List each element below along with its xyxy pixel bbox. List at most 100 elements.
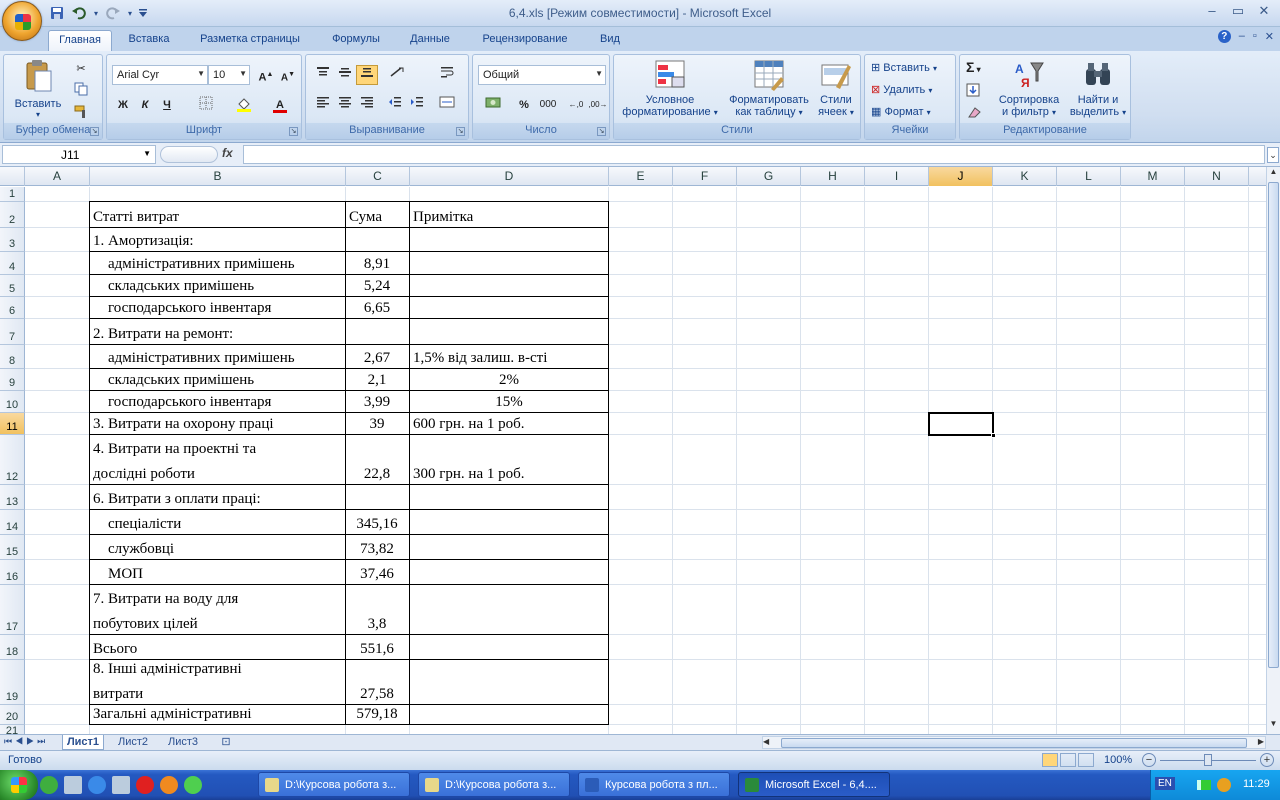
- column-header-selected[interactable]: J: [929, 167, 993, 186]
- explorer-icon[interactable]: [64, 776, 82, 794]
- cell[interactable]: дослідні роботи: [93, 465, 343, 484]
- row-header[interactable]: 2: [0, 202, 25, 228]
- cell[interactable]: 579,18: [347, 705, 407, 724]
- row-header[interactable]: 8: [0, 345, 25, 369]
- selected-cell-j11[interactable]: [928, 412, 996, 438]
- vertical-scrollbar[interactable]: ▲ ▼: [1266, 167, 1280, 734]
- column-header[interactable]: L: [1057, 167, 1121, 186]
- tab-data[interactable]: Данные: [400, 30, 460, 51]
- expand-formula-bar-icon[interactable]: ⌄: [1267, 147, 1279, 163]
- taskbar-item[interactable]: D:\Курсова робота з...: [418, 772, 570, 797]
- italic-button[interactable]: К: [134, 95, 156, 115]
- alignment-launcher-icon[interactable]: ↘: [456, 127, 465, 136]
- delete-cells-button[interactable]: ⊠ Удалить ▾: [871, 83, 932, 96]
- orientation-icon[interactable]: [386, 65, 408, 85]
- cell[interactable]: складських примішень: [108, 277, 343, 296]
- number-launcher-icon[interactable]: ↘: [597, 127, 606, 136]
- cell[interactable]: [413, 515, 607, 534]
- row-header[interactable]: 12: [0, 435, 25, 485]
- cell[interactable]: [413, 615, 607, 634]
- column-header[interactable]: K: [993, 167, 1057, 186]
- cell[interactable]: 2. Витрати на ремонт:: [93, 325, 343, 344]
- row-header[interactable]: 17: [0, 585, 25, 635]
- cell[interactable]: [413, 540, 607, 559]
- cell[interactable]: [413, 705, 607, 724]
- tab-formulas[interactable]: Формулы: [320, 30, 392, 51]
- shrink-font-icon[interactable]: A▼: [277, 65, 299, 85]
- sheet-tab-active[interactable]: Лист1: [62, 735, 104, 750]
- cell[interactable]: Примітка: [413, 208, 607, 227]
- cell[interactable]: 2,1: [347, 371, 407, 390]
- cell[interactable]: [413, 277, 607, 296]
- sheet-tab[interactable]: Лист3: [162, 735, 204, 750]
- cell[interactable]: 6. Витрати з оплати праці:: [93, 490, 343, 509]
- cell[interactable]: адміністративних примішень: [108, 349, 343, 368]
- format-painter-icon[interactable]: [70, 103, 92, 123]
- redo-dropdown-icon[interactable]: ▾: [126, 4, 134, 22]
- save-icon[interactable]: [48, 4, 66, 22]
- fill-handle[interactable]: [991, 433, 996, 438]
- zoom-out-icon[interactable]: −: [1142, 753, 1156, 767]
- cell-line[interactable]: 4. Витрати на проектні та: [93, 440, 343, 459]
- redo-icon[interactable]: [104, 4, 122, 22]
- row-header[interactable]: 21: [0, 725, 25, 734]
- name-box[interactable]: J11 ▼: [2, 145, 156, 164]
- cell[interactable]: 3,8: [347, 615, 407, 634]
- cell[interactable]: [413, 685, 607, 704]
- row-header[interactable]: 15: [0, 535, 25, 560]
- conditional-formatting-button[interactable]: Условное форматирование ▾: [618, 59, 722, 118]
- cell[interactable]: [413, 640, 607, 659]
- undo-dropdown-icon[interactable]: ▾: [92, 4, 100, 22]
- font-launcher-icon[interactable]: ↘: [289, 127, 298, 136]
- cell[interactable]: Статті витрат: [93, 208, 343, 227]
- borders-icon[interactable]: [195, 95, 217, 115]
- cell[interactable]: 2,67: [347, 349, 407, 368]
- column-header[interactable]: E: [609, 167, 673, 186]
- column-header[interactable]: M: [1121, 167, 1185, 186]
- cell[interactable]: 37,46: [347, 565, 407, 584]
- tab-home[interactable]: Главная: [48, 30, 112, 51]
- tab-review[interactable]: Рецензирование: [470, 30, 580, 51]
- clear-icon[interactable]: [966, 105, 982, 122]
- format-cells-button[interactable]: ▦ Формат ▾: [871, 105, 931, 118]
- cell[interactable]: [413, 565, 607, 584]
- cell[interactable]: 345,16: [347, 515, 407, 534]
- taskbar-item[interactable]: Курсова робота з пл...: [578, 772, 730, 797]
- cell[interactable]: Сума: [349, 208, 409, 227]
- cell[interactable]: 300 грн. на 1 роб.: [413, 465, 607, 484]
- cut-icon[interactable]: ✂: [70, 59, 92, 79]
- grow-font-icon[interactable]: A▲: [255, 65, 277, 85]
- row-header[interactable]: 5: [0, 275, 25, 297]
- cell[interactable]: 22,8: [347, 465, 407, 484]
- cell[interactable]: 551,6: [347, 640, 407, 659]
- undo-icon[interactable]: [70, 4, 88, 22]
- cell[interactable]: 600 грн. на 1 роб.: [413, 415, 607, 434]
- page-break-view-icon[interactable]: [1078, 753, 1094, 767]
- row-header[interactable]: 4: [0, 252, 25, 275]
- cell[interactable]: 73,82: [347, 540, 407, 559]
- taskbar-item[interactable]: D:\Курсова робота з...: [258, 772, 410, 797]
- row-header[interactable]: 14: [0, 510, 25, 535]
- cell[interactable]: [347, 490, 407, 509]
- column-header[interactable]: N: [1185, 167, 1249, 186]
- row-header[interactable]: 10: [0, 391, 25, 413]
- align-center-icon[interactable]: [334, 95, 356, 115]
- zoom-slider-thumb[interactable]: [1204, 754, 1212, 766]
- sort-filter-button[interactable]: АЯ Сортировка и фильтр ▾: [996, 59, 1062, 118]
- row-header[interactable]: 3: [0, 228, 25, 252]
- cell[interactable]: 2%: [411, 371, 607, 390]
- copy-icon[interactable]: [70, 81, 92, 101]
- row-header[interactable]: 16: [0, 560, 25, 585]
- align-left-icon[interactable]: [312, 95, 334, 115]
- row-header[interactable]: 19: [0, 660, 25, 705]
- scroll-thumb[interactable]: [1268, 182, 1279, 668]
- scroll-right-icon[interactable]: ▶: [1258, 737, 1264, 746]
- cell[interactable]: [347, 232, 407, 251]
- cell[interactable]: 15%: [411, 393, 607, 412]
- maximize-icon[interactable]: ▭: [1226, 3, 1250, 21]
- h-scroll-thumb[interactable]: [781, 738, 1247, 748]
- row-header[interactable]: 1: [0, 187, 25, 202]
- tray-app-icon[interactable]: [1217, 778, 1231, 792]
- scroll-up-icon[interactable]: ▲: [1267, 167, 1280, 181]
- insert-sheet-icon[interactable]: ⊡: [214, 735, 238, 750]
